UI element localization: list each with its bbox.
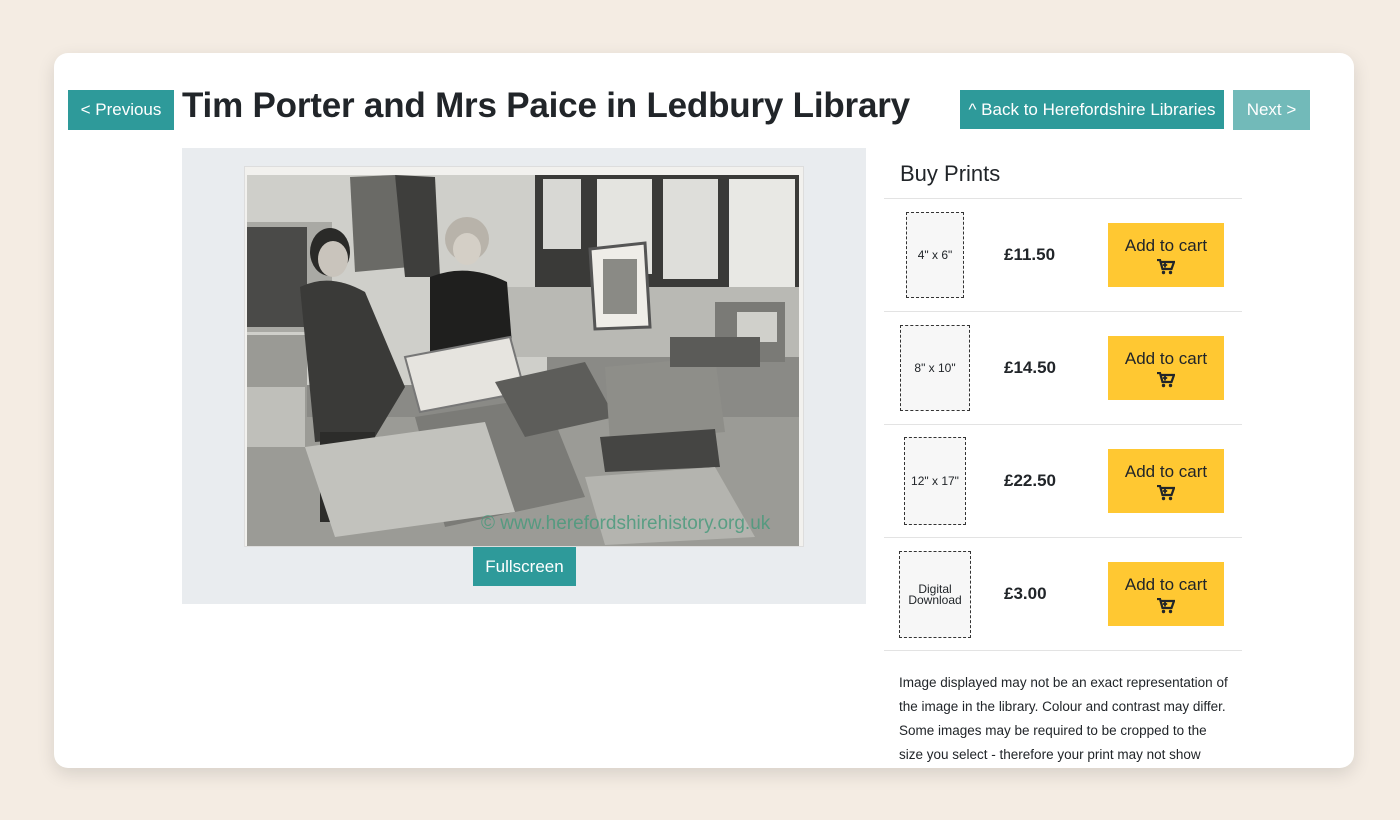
print-size-label: 4" x 6" [906, 212, 964, 298]
print-price: £14.50 [1004, 358, 1056, 377]
photo-illustration: © www.herefordshirehistory.org.uk [245, 167, 803, 546]
print-size-label: Digital Download [899, 551, 971, 638]
add-to-cart-button[interactable]: Add to cart [1108, 223, 1224, 287]
print-option-12x17: 12" x 17" £22.50 Add to cart [884, 425, 1242, 538]
cart-icon [1157, 484, 1175, 500]
photo-watermark: © www.herefordshirehistory.org.uk [481, 513, 771, 534]
disclaimer-text: Image displayed may not be an exact repr… [899, 675, 1228, 762]
buy-prints-panel: Buy Prints 4" x 6" £11.50 Add to cart 8"… [884, 150, 1242, 651]
print-price: £3.00 [1004, 584, 1047, 603]
next-button[interactable]: Next > [1233, 90, 1310, 130]
print-option-8x10: 8" x 10" £14.50 Add to cart [884, 312, 1242, 425]
print-option-4x6: 4" x 6" £11.50 Add to cart [884, 199, 1242, 312]
photo-panel: © www.herefordshirehistory.org.uk Fullsc… [182, 148, 866, 604]
previous-button[interactable]: < Previous [68, 90, 174, 130]
add-to-cart-label: Add to cart [1124, 461, 1208, 481]
content-card: < Previous Tim Porter and Mrs Paice in L… [54, 53, 1354, 768]
buy-prints-title: Buy Prints [884, 150, 1242, 199]
archive-photo[interactable]: © www.herefordshirehistory.org.uk [244, 166, 804, 547]
print-option-digital-download: Digital Download £3.00 Add to cart [884, 538, 1242, 651]
print-size-label: 12" x 17" [904, 437, 966, 525]
cart-icon [1157, 371, 1175, 387]
print-size-label: 8" x 10" [900, 325, 970, 411]
back-to-libraries-button[interactable]: ^ Back to Herefordshire Libraries [960, 90, 1224, 129]
add-to-cart-label: Add to cart [1124, 574, 1208, 594]
add-to-cart-button[interactable]: Add to cart [1108, 336, 1224, 400]
page-title: Tim Porter and Mrs Paice in Ledbury Libr… [182, 86, 910, 125]
cart-icon [1157, 258, 1175, 274]
add-to-cart-label: Add to cart [1124, 235, 1208, 255]
add-to-cart-button[interactable]: Add to cart [1108, 562, 1224, 626]
print-price: £22.50 [1004, 471, 1056, 490]
add-to-cart-label: Add to cart [1124, 348, 1208, 368]
add-to-cart-button[interactable]: Add to cart [1108, 449, 1224, 513]
print-price: £11.50 [1004, 245, 1056, 264]
cart-icon [1157, 597, 1175, 613]
fullscreen-button[interactable]: Fullscreen [473, 547, 576, 586]
